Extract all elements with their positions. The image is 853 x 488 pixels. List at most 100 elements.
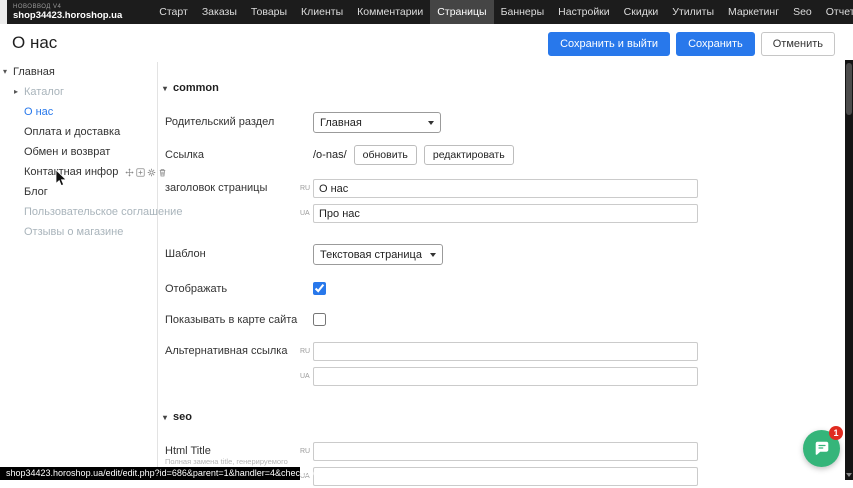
section-title: seo xyxy=(173,411,192,423)
cancel-button[interactable]: Отменить xyxy=(761,32,835,56)
field-label: Альтернативная ссылка xyxy=(165,345,287,357)
browser-status-url: shop34423.horoshop.ua/edit/edit.php?id=6… xyxy=(0,467,300,480)
shop-domain-label: shop34423.horoshop.ua xyxy=(13,11,122,21)
display-checkbox[interactable] xyxy=(313,282,326,295)
vertical-scrollbar[interactable] xyxy=(845,60,853,480)
save-and-exit-button[interactable]: Сохранить и выйти xyxy=(548,32,670,56)
sidebar-item-label: Отзывы о магазине xyxy=(24,226,123,238)
chevron-down-icon xyxy=(430,253,436,257)
field-label: Ссылка xyxy=(165,149,204,161)
sidebar-item-label: Блог xyxy=(24,186,48,198)
lang-ua-label: UA xyxy=(300,373,310,380)
page-title-ru-input[interactable] xyxy=(313,179,698,198)
logo[interactable]: НОВОВВОД V4 shop34423.horoshop.ua xyxy=(13,4,122,21)
field-hint: Полная замена title, генерируемого xyxy=(165,457,288,466)
sitemap-row: Показывать в карте сайта xyxy=(159,310,845,332)
html-title-ru-row: Html Title Полная замена title, генериру… xyxy=(159,441,845,463)
menu-products[interactable]: Товары xyxy=(244,0,294,24)
sidebar-item-blog[interactable]: Блог xyxy=(0,182,157,202)
sidebar-item-home[interactable]: ▾ Главная xyxy=(0,62,157,82)
sidebar-item-contact-info[interactable]: Контактная инфор xyxy=(0,162,157,182)
sidebar-item-payment-delivery[interactable]: Оплата и доставка xyxy=(0,122,157,142)
field-label: Html Title xyxy=(165,445,211,457)
sidebar-item-label: Контактная инфор xyxy=(24,166,118,178)
link-value: /o-nas/ xyxy=(313,149,347,161)
move-icon[interactable] xyxy=(125,168,134,177)
sidebar-item-label: Каталог xyxy=(24,86,64,98)
page-title-ru-row: заголовок страницы RU xyxy=(159,178,845,200)
main-menu: Старт Заказы Товары Клиенты Комментарии … xyxy=(152,0,853,24)
field-label: Родительский раздел xyxy=(165,116,274,128)
sidebar-item-catalog[interactable]: ▸ Каталог xyxy=(0,82,157,102)
display-row: Отображать xyxy=(159,279,845,301)
alt-link-ru-input[interactable] xyxy=(313,342,698,361)
page-header: О нас Сохранить и выйти Сохранить Отмени… xyxy=(0,24,845,62)
sidebar-item-user-agreement[interactable]: Пользовательское соглашение xyxy=(0,202,157,222)
topbar: НОВОВВОД V4 shop34423.horoshop.ua Старт … xyxy=(0,0,853,24)
field-label: Показывать в карте сайта xyxy=(165,314,297,326)
collapse-arrow-icon[interactable]: ▾ xyxy=(3,62,7,82)
sidebar-item-exchange-return[interactable]: Обмен и возврат xyxy=(0,142,157,162)
page-title-ua-input[interactable] xyxy=(313,204,698,223)
menu-utilities[interactable]: Утилиты xyxy=(665,0,721,24)
lang-ru-label: RU xyxy=(300,185,310,192)
section-common-header[interactable]: ▾ common xyxy=(163,82,219,94)
menu-marketing[interactable]: Маркетинг xyxy=(721,0,786,24)
section-title: common xyxy=(173,82,219,94)
sitemap-checkbox[interactable] xyxy=(313,313,326,326)
sidebar-item-about[interactable]: О нас xyxy=(0,102,157,122)
alt-link-ua-row: UA xyxy=(159,366,845,388)
template-row: Шаблон Текстовая страница xyxy=(159,244,845,266)
scroll-down-icon[interactable] xyxy=(846,473,852,477)
settings-gear-icon[interactable] xyxy=(147,168,156,177)
field-label: Шаблон xyxy=(165,248,206,260)
sidebar-item-label: Оплата и доставка xyxy=(24,126,120,138)
menu-comments[interactable]: Комментарии xyxy=(350,0,430,24)
menu-reports[interactable]: Отчеты xyxy=(819,0,853,24)
html-title-ua-input[interactable] xyxy=(313,467,698,486)
chevron-down-icon xyxy=(428,121,434,125)
edit-link-button[interactable]: редактировать xyxy=(424,145,514,165)
sidebar-item-label: Обмен и возврат xyxy=(24,146,110,158)
lang-ru-label: RU xyxy=(300,348,310,355)
lang-ru-label: RU xyxy=(300,448,310,455)
mouse-cursor xyxy=(55,170,68,193)
chat-widget-button[interactable]: 1 xyxy=(803,430,840,467)
menu-settings[interactable]: Настройки xyxy=(551,0,617,24)
delete-trash-icon[interactable] xyxy=(158,168,167,177)
scrollbar-thumb[interactable] xyxy=(846,63,852,115)
logo-version-label: НОВОВВОД V4 xyxy=(13,4,122,10)
logo-strip xyxy=(0,0,7,24)
menu-clients[interactable]: Клиенты xyxy=(294,0,350,24)
select-value: Текстовая страница xyxy=(320,249,422,261)
menu-orders[interactable]: Заказы xyxy=(195,0,244,24)
menu-start[interactable]: Старт xyxy=(152,0,195,24)
page-edit-form: ▾ common Родительский раздел Главная Ссы… xyxy=(159,62,845,480)
sidebar-item-label: О нас xyxy=(24,106,53,118)
select-value: Главная xyxy=(320,117,362,129)
section-collapse-icon: ▾ xyxy=(163,413,167,422)
menu-pages[interactable]: Страницы xyxy=(430,0,493,24)
header-buttons: Сохранить и выйти Сохранить Отменить xyxy=(548,32,835,56)
section-collapse-icon: ▾ xyxy=(163,84,167,93)
parent-section-row: Родительский раздел Главная xyxy=(159,112,845,134)
field-label: заголовок страницы xyxy=(165,182,267,194)
page-title: О нас xyxy=(12,33,57,53)
menu-banners[interactable]: Баннеры xyxy=(494,0,552,24)
menu-discounts[interactable]: Скидки xyxy=(617,0,666,24)
sidebar-item-store-reviews[interactable]: Отзывы о магазине xyxy=(0,222,157,242)
parent-section-select[interactable]: Главная xyxy=(313,112,441,133)
template-select[interactable]: Текстовая страница xyxy=(313,244,443,265)
save-button[interactable]: Сохранить xyxy=(676,32,755,56)
menu-seo[interactable]: Seo xyxy=(786,0,819,24)
refresh-link-button[interactable]: обновить xyxy=(354,145,417,165)
sidebar-item-label: Главная xyxy=(13,66,55,78)
alt-link-ua-input[interactable] xyxy=(313,367,698,386)
html-title-ru-input[interactable] xyxy=(313,442,698,461)
lang-ua-label: UA xyxy=(300,210,310,217)
sidebar-item-label: Пользовательское соглашение xyxy=(24,206,182,218)
expand-arrow-icon[interactable]: ▸ xyxy=(14,82,18,102)
add-page-icon[interactable] xyxy=(136,168,145,177)
alt-link-ru-row: Альтернативная ссылка RU xyxy=(159,341,845,363)
section-seo-header[interactable]: ▾ seo xyxy=(163,411,192,423)
